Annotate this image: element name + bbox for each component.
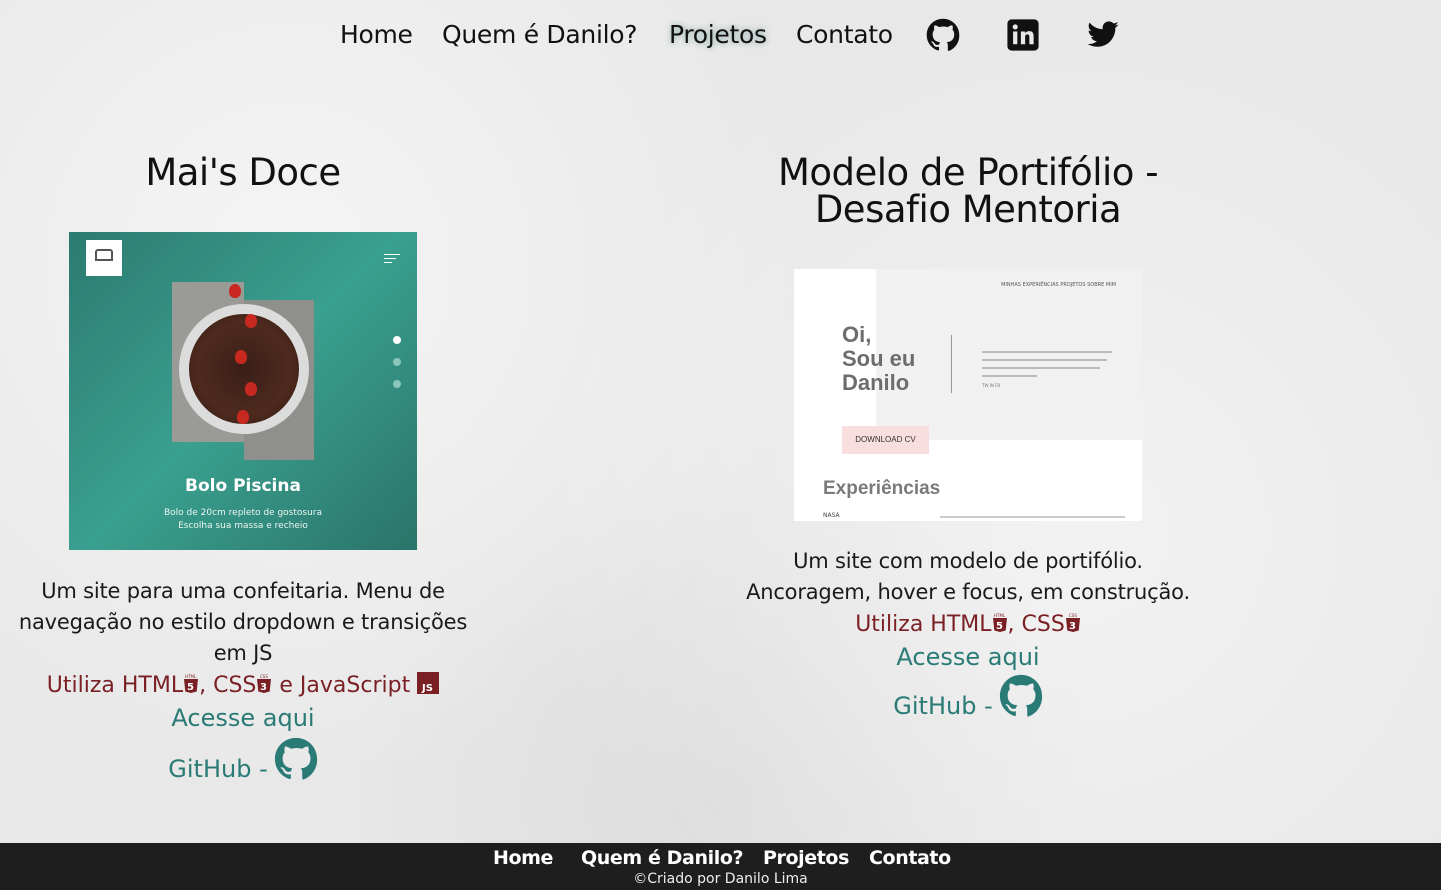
svg-text:3: 3 <box>260 682 267 693</box>
project-1-details: Um site para uma confeitaria. Menu de na… <box>0 576 486 783</box>
project-2-details: Um site com modelo de portifólio. Ancora… <box>720 546 1216 720</box>
mais-doce-preview-image[interactable]: Bolo Piscina Bolo de 20cm repleto de gos… <box>69 232 417 550</box>
svg-text:CSS: CSS <box>260 674 268 679</box>
site-logo <box>86 240 122 276</box>
nav-home-link[interactable]: Home <box>340 20 413 49</box>
svg-text:CSS: CSS <box>1069 613 1077 618</box>
nav-about-link[interactable]: Quem é Danilo? <box>442 20 638 49</box>
svg-text:JS: JS <box>421 683 433 694</box>
project-description: Um site com modelo de portifólio. Ancora… <box>746 549 1190 604</box>
carousel-dots <box>393 336 401 402</box>
svg-text:5: 5 <box>187 682 194 693</box>
nav-projects-link[interactable]: Projetos <box>669 20 767 49</box>
copyright-text: ©Criado por Danilo Lima <box>633 871 808 887</box>
project-title: Modelo de Portifólio - Desafio Mentoria <box>777 151 1159 231</box>
project-portfolio-model: Modelo de Portifólio - Desafio Mentoria <box>720 154 1216 228</box>
linkedin-icon[interactable] <box>1006 18 1040 52</box>
github-icon <box>274 737 317 780</box>
footer: Home Quem é Danilo? Projetos Contato ©Cr… <box>0 843 1441 890</box>
css3-icon: CSS 3 <box>256 673 272 703</box>
footer-about-link[interactable]: Quem é Danilo? <box>581 847 744 869</box>
portfolio-preview-image[interactable]: MINHAS EXPERIÊNCIAS PROJETOS SOBRE MIM O… <box>794 269 1142 521</box>
github-repo-link[interactable]: GitHub - <box>720 674 1216 720</box>
footer-projects-link[interactable]: Projetos <box>763 847 849 869</box>
html5-icon: HTML 5 <box>992 612 1008 642</box>
html5-icon: HTML 5 <box>183 673 199 703</box>
svg-text:HTML: HTML <box>994 613 1006 618</box>
footer-contact-link[interactable]: Contato <box>869 847 951 869</box>
nav-contact-link[interactable]: Contato <box>796 20 893 49</box>
svg-text:5: 5 <box>996 621 1003 632</box>
twitter-icon[interactable] <box>1086 18 1120 52</box>
tech-stack: Utiliza HTML HTML 5, CSS CSS 3 e JavaScript … <box>0 671 486 703</box>
footer-home-link[interactable]: Home <box>493 847 553 869</box>
preview-heading: Bolo Piscina <box>185 476 301 496</box>
github-icon[interactable] <box>926 18 960 52</box>
github-icon <box>999 674 1042 717</box>
svg-text:HTML: HTML <box>185 674 197 679</box>
project-description: Um site para uma confeitaria. Menu de na… <box>18 579 468 665</box>
tech-stack: Utiliza HTML HTML 5, CSS CSS 3 <box>720 610 1216 642</box>
svg-text:3: 3 <box>1069 621 1076 632</box>
project-title: Mai's Doce <box>145 151 341 194</box>
top-navigation: Home Quem é Danilo? Projetos Contato <box>0 18 1441 58</box>
github-repo-link[interactable]: GitHub - <box>0 737 486 783</box>
preview-hero-text: Oi, Sou eu Danilo <box>842 322 916 395</box>
hamburger-menu-icon <box>384 254 400 266</box>
project-mais-doce: Mai's Doce <box>0 154 486 191</box>
cake-photo <box>189 314 299 424</box>
visit-site-link[interactable]: Acesse aqui <box>0 703 486 733</box>
javascript-icon: JS <box>417 672 440 703</box>
download-cv-button: DOWNLOAD CV <box>842 426 929 454</box>
css3-icon: CSS 3 <box>1065 612 1081 642</box>
visit-site-link[interactable]: Acesse aqui <box>720 642 1216 672</box>
